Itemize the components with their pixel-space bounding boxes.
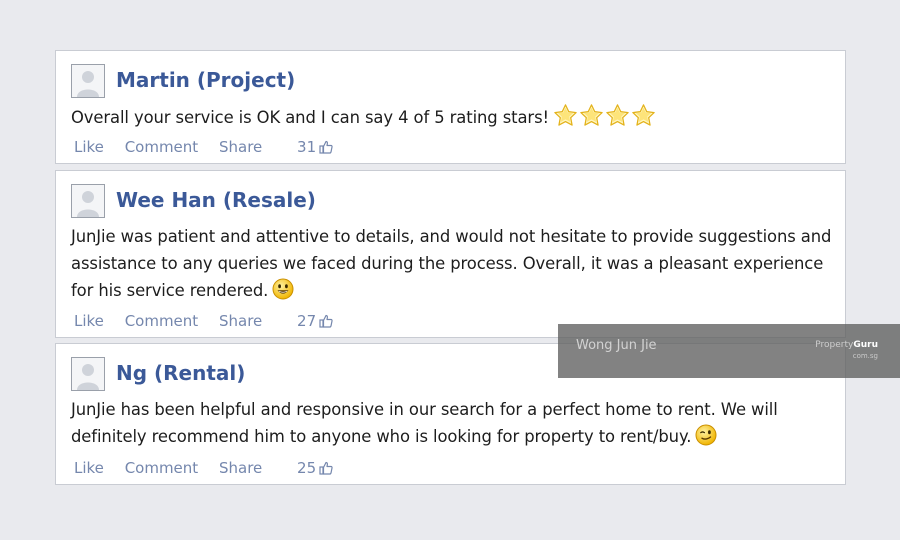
comment-link[interactable]: Comment — [125, 137, 199, 157]
review-text: JunJie was patient and attentive to deta… — [71, 223, 837, 304]
like-count[interactable]: 31 — [297, 137, 333, 157]
thumbs-up-icon — [319, 461, 333, 475]
comment-link[interactable]: Comment — [125, 458, 199, 478]
watermark-overlay: Wong Jun Jie PropertyGuru com.sg — [558, 324, 900, 378]
star-icon — [606, 104, 629, 126]
review-card: Martin (Project) Overall your service is… — [55, 50, 846, 164]
thumbs-up-icon — [319, 140, 333, 154]
reviewer-name[interactable]: Martin (Project) — [116, 67, 295, 93]
like-count-value: 31 — [297, 138, 317, 156]
watermark-brand: PropertyGuru — [815, 340, 878, 350]
like-link[interactable]: Like — [74, 458, 104, 478]
review-card: Wee Han (Resale) JunJie was patient and … — [55, 170, 846, 338]
review-text: JunJie has been helpful and responsive i… — [71, 396, 837, 450]
watermark-domain: com.sg — [852, 352, 878, 360]
smiley-icon — [272, 278, 294, 300]
post-actions: Like Comment Share 31 — [74, 137, 333, 157]
post-actions: Like Comment Share 27 — [74, 311, 333, 331]
like-count-value: 27 — [297, 312, 317, 330]
share-link[interactable]: Share — [219, 458, 262, 478]
like-count[interactable]: 25 — [297, 458, 333, 478]
avatar[interactable] — [71, 184, 105, 218]
user-silhouette-icon — [72, 358, 104, 390]
post-actions: Like Comment Share 25 — [74, 458, 333, 478]
avatar[interactable] — [71, 357, 105, 391]
thumbs-up-icon — [319, 314, 333, 328]
review-text-content: JunJie has been helpful and responsive i… — [71, 400, 778, 446]
comment-link[interactable]: Comment — [125, 311, 199, 331]
avatar[interactable] — [71, 64, 105, 98]
like-link[interactable]: Like — [74, 137, 104, 157]
review-text: Overall your service is OK and I can say… — [71, 103, 837, 136]
review-text-content: JunJie was patient and attentive to deta… — [71, 227, 832, 300]
watermark-brand-suffix: Guru — [853, 340, 878, 350]
watermark-agent-name: Wong Jun Jie — [576, 338, 657, 353]
watermark-brand-prefix: Property — [815, 340, 854, 350]
reviewer-name[interactable]: Ng (Rental) — [116, 360, 245, 386]
share-link[interactable]: Share — [219, 311, 262, 331]
star-icon — [632, 104, 655, 126]
rating-stars — [553, 103, 657, 136]
star-icon — [554, 104, 577, 126]
like-link[interactable]: Like — [74, 311, 104, 331]
reviewer-name[interactable]: Wee Han (Resale) — [116, 187, 316, 213]
wink-icon — [695, 424, 717, 446]
star-icon — [580, 104, 603, 126]
like-count-value: 25 — [297, 459, 317, 477]
review-text-content: Overall your service is OK and I can say… — [71, 108, 549, 127]
like-count[interactable]: 27 — [297, 311, 333, 331]
user-silhouette-icon — [72, 65, 104, 97]
share-link[interactable]: Share — [219, 137, 262, 157]
user-silhouette-icon — [72, 185, 104, 217]
